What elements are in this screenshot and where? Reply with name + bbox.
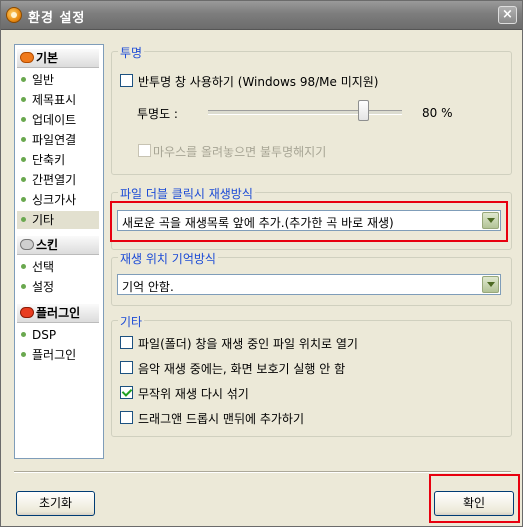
sidebar-item-hotkeys[interactable]: 단축키 bbox=[17, 151, 99, 169]
opaque-on-hover-checkbox[interactable] bbox=[138, 144, 151, 157]
sidebar-item-file-association[interactable]: 파일연결 bbox=[17, 131, 99, 149]
transparency-group-title: 투명 bbox=[118, 44, 145, 61]
no-screensaver-label: 음악 재생 중에는, 화면 보호기 실행 안 함 bbox=[138, 362, 346, 376]
bullet-icon bbox=[21, 77, 26, 82]
double-click-group-title: 파일 더블 클릭시 재생방식 bbox=[118, 185, 255, 202]
close-button[interactable]: × bbox=[498, 6, 517, 24]
skin-category-icon bbox=[20, 239, 34, 250]
opacity-slider-track[interactable] bbox=[208, 110, 402, 115]
highlight-box-double-click bbox=[110, 201, 508, 242]
open-at-playing-file-label: 파일(폴더) 창을 재생 중인 파일 위치로 열기 bbox=[138, 337, 358, 351]
sidebar-item-misc[interactable]: 기타 bbox=[17, 211, 99, 229]
sidebar-item-sync-lyrics[interactable]: 싱크가사 bbox=[17, 191, 99, 209]
sidebar-item-skin-select[interactable]: 선택 bbox=[17, 258, 99, 276]
category-skin[interactable]: 스킨 bbox=[17, 236, 99, 255]
bullet-icon bbox=[21, 352, 26, 357]
bullet-icon bbox=[21, 157, 26, 162]
settings-category-list: 기본 일반 제목표시 업데이트 파일연결 단축키 간편열기 싱크가사 기타 스킨… bbox=[14, 44, 104, 459]
sidebar-item-skin-settings[interactable]: 설정 bbox=[17, 278, 99, 296]
opacity-label: 투명도 : bbox=[137, 107, 178, 121]
bullet-icon bbox=[21, 97, 26, 102]
sidebar-item-update[interactable]: 업데이트 bbox=[17, 111, 99, 129]
title-bar[interactable]: 환경 설정 × bbox=[1, 1, 522, 30]
reshuffle-random-checkbox[interactable] bbox=[120, 386, 133, 399]
open-at-playing-file-checkbox[interactable] bbox=[120, 336, 133, 349]
no-screensaver-checkbox[interactable] bbox=[120, 361, 133, 374]
sidebar-item-title-display[interactable]: 제목표시 bbox=[17, 91, 99, 109]
opaque-on-hover-label: 마우스를 올려놓으면 불투명해지기 bbox=[153, 145, 327, 159]
chevron-down-icon[interactable] bbox=[482, 276, 499, 293]
reset-button[interactable]: 초기화 bbox=[16, 491, 95, 516]
opacity-value: 80 % bbox=[422, 106, 453, 120]
bullet-icon bbox=[21, 332, 26, 337]
translucent-window-label: 반투명 창 사용하기 (Windows 98/Me 미지원) bbox=[138, 75, 379, 89]
bullet-icon bbox=[21, 117, 26, 122]
translucent-window-checkbox[interactable] bbox=[120, 74, 133, 87]
plugin-category-icon bbox=[20, 307, 34, 318]
app-icon bbox=[6, 7, 22, 23]
bullet-icon bbox=[21, 264, 26, 269]
bullet-icon bbox=[21, 217, 26, 222]
position-memory-group-title: 재생 위치 기억방식 bbox=[118, 250, 218, 267]
highlight-box-ok bbox=[429, 474, 520, 523]
bullet-icon bbox=[21, 177, 26, 182]
category-basic[interactable]: 기본 bbox=[17, 49, 99, 68]
position-memory-select[interactable]: 기억 안함. bbox=[117, 274, 501, 295]
bullet-icon bbox=[21, 197, 26, 202]
category-plugin[interactable]: 플러그인 bbox=[17, 304, 99, 323]
drag-drop-append-label: 드래그앤 드롭시 맨뒤에 추가하기 bbox=[138, 412, 305, 426]
drag-drop-append-checkbox[interactable] bbox=[120, 411, 133, 424]
sidebar-item-general[interactable]: 일반 bbox=[17, 71, 99, 89]
window-title: 환경 설정 bbox=[28, 11, 86, 26]
preferences-window: 환경 설정 × 기본 일반 제목표시 업데이트 파일연결 단축키 간편열기 싱크… bbox=[0, 0, 523, 527]
sidebar-item-plugins[interactable]: 플러그인 bbox=[17, 346, 99, 364]
misc-group-title: 기타 bbox=[118, 313, 145, 330]
bullet-icon bbox=[21, 137, 26, 142]
footer-divider bbox=[14, 471, 511, 473]
reshuffle-random-label: 무작위 재생 다시 섞기 bbox=[138, 387, 249, 401]
basic-category-icon bbox=[20, 52, 34, 63]
opacity-slider-thumb[interactable] bbox=[358, 100, 369, 121]
bullet-icon bbox=[21, 284, 26, 289]
position-memory-value: 기억 안함. bbox=[122, 280, 174, 294]
sidebar-item-quick-open[interactable]: 간편열기 bbox=[17, 171, 99, 189]
sidebar-item-dsp[interactable]: DSP bbox=[17, 326, 99, 344]
